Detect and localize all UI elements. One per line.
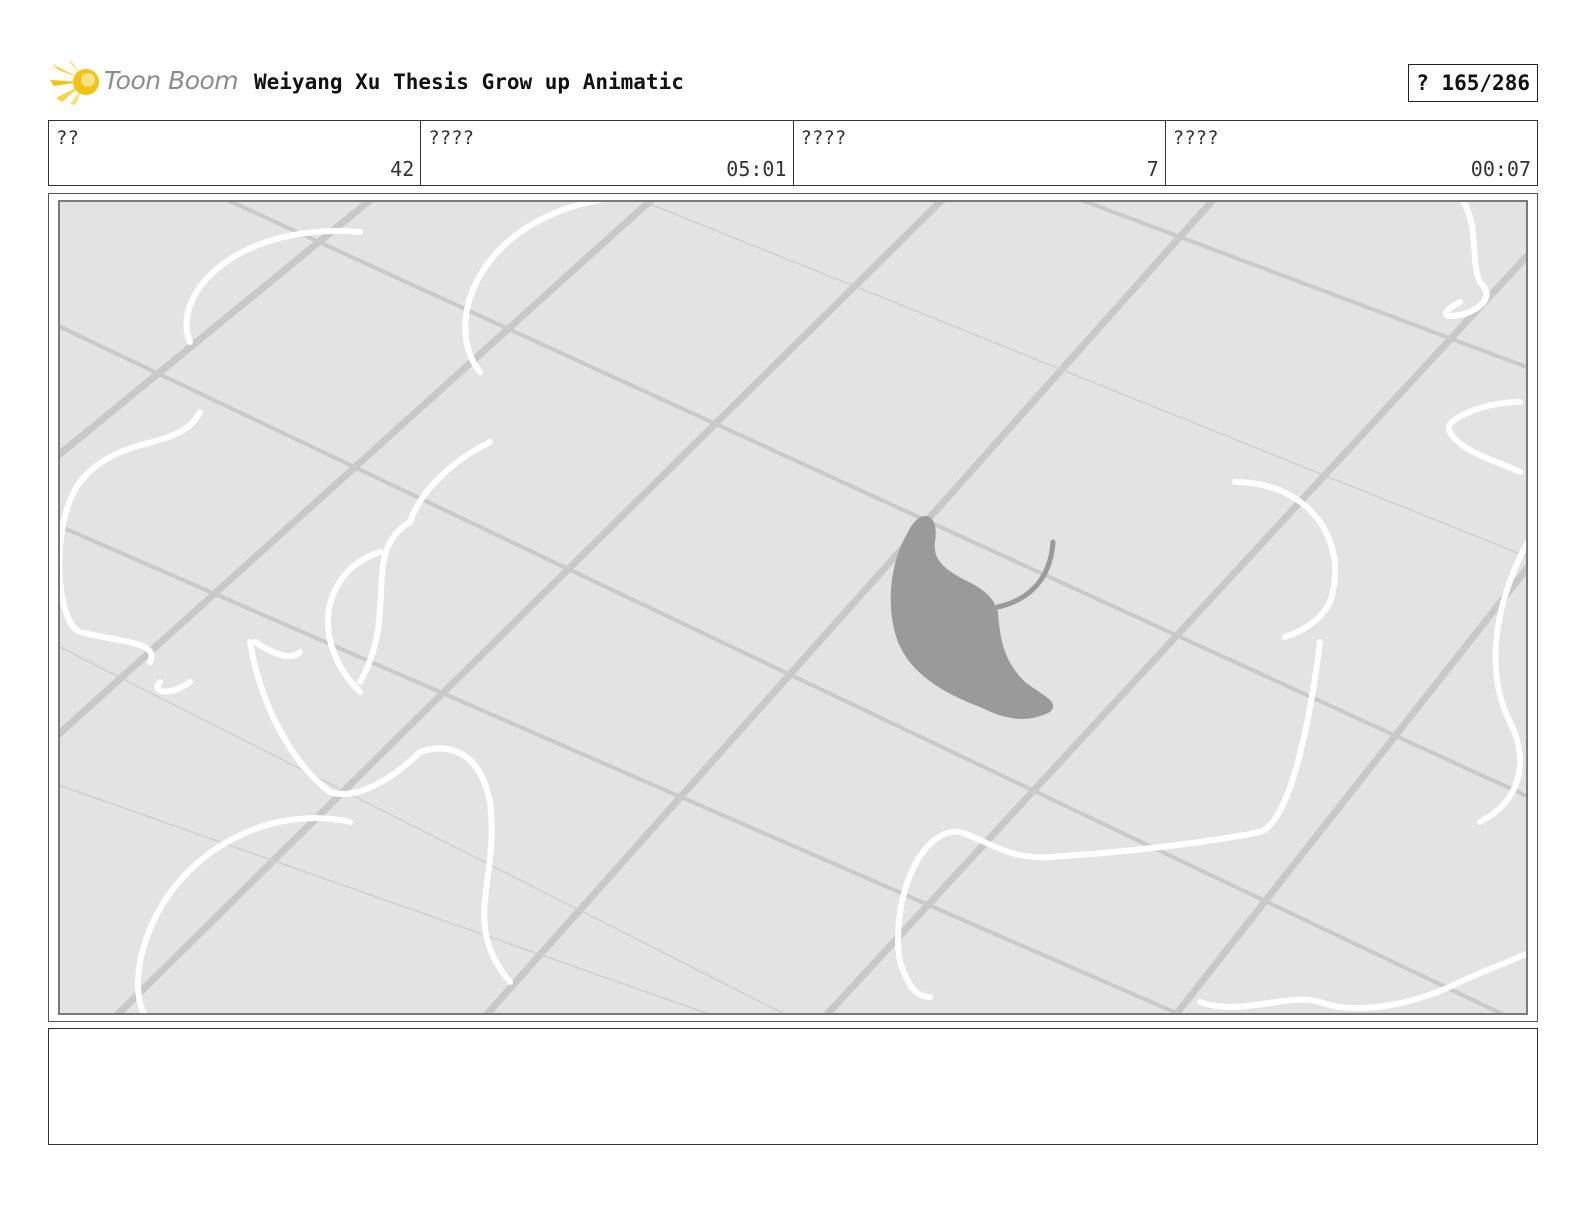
- toon-boom-logo: Toon Boom: [48, 56, 248, 108]
- toon-boom-logo-icon: [50, 60, 99, 105]
- info-value: 00:07: [1470, 157, 1531, 181]
- info-label: ??: [56, 127, 79, 149]
- logo-text: Toon Boom: [104, 66, 239, 95]
- panel-drawing: [60, 202, 1526, 1013]
- storyboard-panel: [48, 193, 1538, 1022]
- info-label: ????: [428, 127, 475, 149]
- header: Toon Boom Weiyang Xu Thesis Grow up Anim…: [48, 56, 1538, 108]
- info-value: 42: [390, 157, 415, 181]
- storyboard-title: Weiyang Xu Thesis Grow up Animatic: [254, 70, 684, 94]
- panel-info-row: ?? 42 ???? 05:01 ???? 7 ???? 00:07: [48, 120, 1538, 186]
- info-label: ????: [800, 127, 847, 149]
- info-cell-duration: ???? 05:01: [421, 121, 794, 185]
- info-cell-panel-duration: ???? 00:07: [1166, 121, 1537, 185]
- info-value: 05:01: [726, 157, 787, 181]
- panel-frame: [58, 200, 1528, 1015]
- page-indicator: ? 165/286: [1408, 64, 1538, 102]
- dialogue-notes-box[interactable]: [48, 1028, 1538, 1145]
- info-cell-scene: ?? 42: [49, 121, 422, 185]
- info-value: 7: [1146, 157, 1159, 181]
- info-cell-panel: ???? 7: [794, 121, 1166, 185]
- info-label: ????: [1172, 127, 1219, 149]
